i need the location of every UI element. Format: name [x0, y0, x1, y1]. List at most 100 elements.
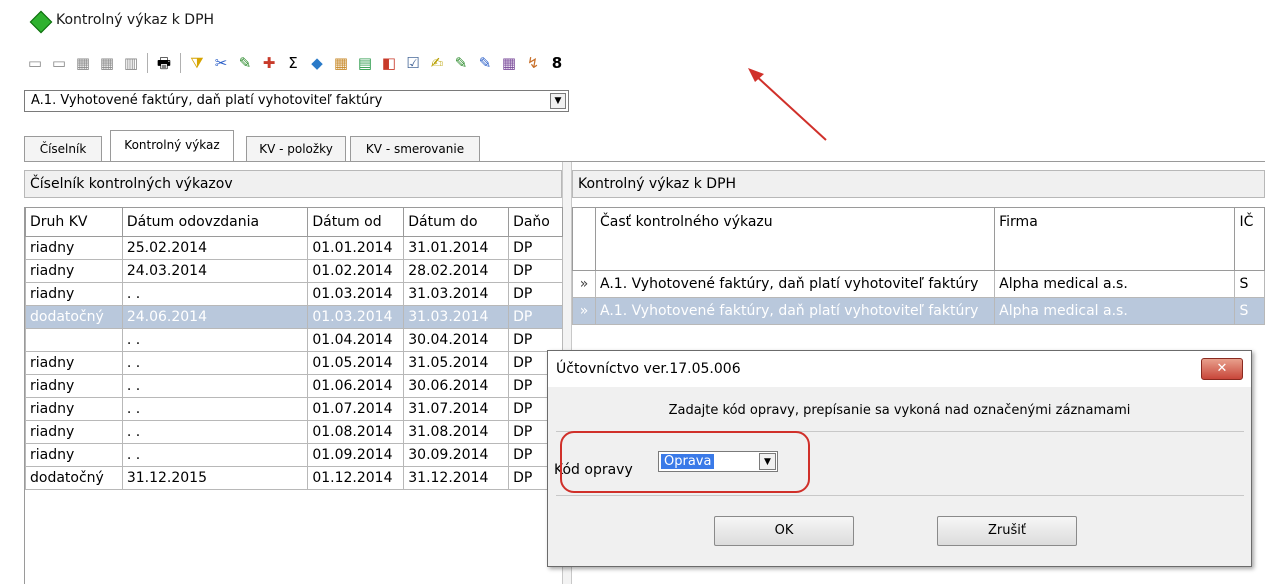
left-panel-title: Číselník kontrolných výkazov — [24, 170, 562, 198]
column-header[interactable]: Druh KV — [25, 207, 123, 237]
annotation-arrow-icon — [748, 68, 827, 141]
sum-icon[interactable]: Σ — [282, 52, 304, 74]
table-cell: Alpha medical a.s. — [994, 270, 1236, 298]
picture-icon[interactable]: ▦ — [498, 52, 520, 74]
dialog-message: Zadajte kód opravy, prepísanie sa vykoná… — [668, 403, 1131, 418]
table-row[interactable]: riadny . . 01.09.2014 30.09.2014 DP — [25, 443, 563, 467]
table-cell: S — [1234, 297, 1265, 325]
chevron-down-icon[interactable]: ▼ — [550, 93, 566, 109]
table-cell: 30.09.2014 — [403, 443, 510, 467]
app-diamond-icon — [29, 10, 53, 34]
dialog-title: Účtovníctvo ver.17.05.006 — [556, 361, 741, 377]
tab-divider — [24, 161, 1265, 162]
filter-icon[interactable]: ⧩ — [186, 52, 208, 74]
dialog-separator — [556, 495, 1244, 496]
table-cell: 01.06.2014 — [307, 374, 405, 398]
table-cell: A.1. Vyhotovené faktúry, daň platí vyhot… — [594, 270, 996, 298]
column-header[interactable]: Dátum odovzdania — [121, 207, 309, 237]
table-icon[interactable]: ▦ — [330, 52, 352, 74]
table-cell: 01.02.2014 — [307, 259, 405, 283]
table-cell: 28.02.2014 — [403, 259, 510, 283]
table-row[interactable]: riadny . . 01.08.2014 31.08.2014 DP — [25, 420, 563, 444]
row-marker-icon: » — [572, 270, 596, 298]
edit-icon[interactable]: ✎ — [234, 52, 256, 74]
table-cell: 31.03.2014 — [403, 282, 510, 306]
section-select-value: A.1. Vyhotovené faktúry, daň platí vyhot… — [31, 93, 383, 108]
table-cell: riadny — [25, 351, 123, 375]
table-row[interactable]: riadny 25.02.2014 01.01.2014 31.01.2014 DP — [25, 236, 563, 260]
table-cell: . . — [121, 443, 309, 467]
table-cell: riadny — [25, 397, 123, 421]
tab-kv-polozky[interactable]: KV - položky — [246, 136, 346, 162]
table-cell: 01.08.2014 — [307, 420, 405, 444]
table-cell: riadny — [25, 282, 123, 306]
column-header[interactable]: Časť kontrolného výkazu — [594, 207, 996, 271]
kv-detail-table: Časť kontrolného výkazu Firma IČ » A.1. V… — [572, 207, 1265, 325]
pen-icon[interactable]: ✍ — [426, 52, 448, 74]
toolbar-grid-5-icon[interactable]: ▥ — [120, 52, 142, 74]
toolbar-grid-1-icon[interactable]: ▭ — [24, 52, 46, 74]
table-cell: . . — [121, 351, 309, 375]
marker-icon[interactable]: ✎ — [450, 52, 472, 74]
print-icon[interactable]: 🖶 — [153, 52, 175, 74]
tab-kv-smerovanie[interactable]: KV - smerovanie — [350, 136, 480, 162]
export-icon[interactable]: ◧ — [378, 52, 400, 74]
cancel-button[interactable]: Zrušiť — [937, 516, 1077, 546]
table-cell: 31.01.2014 — [403, 236, 510, 260]
left-grid: Druh KV Dátum odovzdania Dátum od Dátum … — [24, 207, 563, 584]
table-cell: . . — [121, 420, 309, 444]
table-cell: riadny — [25, 374, 123, 398]
column-header[interactable]: Daňo — [508, 207, 563, 237]
column-header[interactable]: Firma — [994, 207, 1236, 271]
correction-dialog: Účtovníctvo ver.17.05.006 ✕ Zadajte kód … — [547, 350, 1252, 567]
table-row[interactable]: dodatočný 24.06.2014 01.03.2014 31.03.2014 D… — [25, 305, 563, 329]
column-header[interactable]: Dátum do — [403, 207, 510, 237]
section-select[interactable]: A.1. Vyhotovené faktúry, daň platí vyhot… — [24, 90, 569, 112]
table-cell: Alpha medical a.s. — [994, 297, 1236, 325]
table-cell: . . — [121, 328, 309, 352]
toolbar-grid-3-icon[interactable]: ▦ — [72, 52, 94, 74]
column-header[interactable]: IČ — [1234, 207, 1265, 271]
table-row[interactable]: riadny . . 01.05.2014 31.05.2014 DP — [25, 351, 563, 375]
dialog-titlebar[interactable]: Účtovníctvo ver.17.05.006 ✕ — [548, 351, 1251, 387]
table-row[interactable]: riadny . . 01.06.2014 30.06.2014 DP — [25, 374, 563, 398]
table-cell: DP — [508, 305, 563, 329]
table-cell: riadny — [25, 443, 123, 467]
kv-list-table: Druh KV Dátum odovzdania Dátum od Dátum … — [25, 207, 563, 490]
tab-ciselnik[interactable]: Číselník — [24, 136, 102, 162]
table-row[interactable]: » A.1. Vyhotovené faktúry, daň platí vyho… — [572, 270, 1265, 298]
tab-kontrolny-vykaz[interactable]: Kontrolný výkaz — [110, 130, 234, 162]
table-cell: 31.08.2014 — [403, 420, 510, 444]
toolbar-grid-4-icon[interactable]: ▦ — [96, 52, 118, 74]
window-title: Kontrolný výkaz k DPH — [56, 12, 215, 28]
table-cell: S — [1234, 270, 1265, 298]
table-cell: 30.04.2014 — [403, 328, 510, 352]
toolbar: ▭ ▭ ▦ ▦ ▥ 🖶 ⧩ ✂ ✎ ✚ Σ ◆ ▦ ▤ ◧ ☑ ✍ ✎ ✎ ▦ … — [24, 49, 568, 77]
brush-icon[interactable]: ✎ — [474, 52, 496, 74]
book-icon[interactable]: ◆ — [306, 52, 328, 74]
clear-filter-icon[interactable]: ✂ — [210, 52, 232, 74]
table-cell: 25.02.2014 — [121, 236, 309, 260]
table-cell: dodatočný — [25, 466, 123, 490]
add-icon[interactable]: ✚ — [258, 52, 280, 74]
table-cell: 31.05.2014 — [403, 351, 510, 375]
table-cell: dodatočný — [25, 305, 123, 329]
close-icon[interactable]: ✕ — [1201, 358, 1243, 380]
correction-code-icon[interactable]: 8 — [546, 52, 568, 74]
table-row[interactable]: riadny 24.03.2014 01.02.2014 28.02.2014 DP — [25, 259, 563, 283]
table-cell: DP — [508, 236, 563, 260]
table-cell: 31.12.2015 — [121, 466, 309, 490]
table-cell: 31.12.2014 — [403, 466, 510, 490]
toolbar-grid-2-icon[interactable]: ▭ — [48, 52, 70, 74]
convert-icon[interactable]: ↯ — [522, 52, 544, 74]
table-row[interactable]: . . 01.04.2014 30.04.2014 DP — [25, 328, 563, 352]
ok-button[interactable]: OK — [714, 516, 854, 546]
table-row[interactable]: dodatočný 31.12.2015 01.12.2014 31.12.2014 D… — [25, 466, 563, 490]
table-row[interactable]: » A.1. Vyhotovené faktúry, daň platí vyho… — [572, 297, 1265, 325]
table-row[interactable]: riadny . . 01.07.2014 31.07.2014 DP — [25, 397, 563, 421]
report-icon[interactable]: ▤ — [354, 52, 376, 74]
column-header[interactable]: Dátum od — [307, 207, 405, 237]
table-cell: 30.06.2014 — [403, 374, 510, 398]
properties-icon[interactable]: ☑ — [402, 52, 424, 74]
table-row[interactable]: riadny . . 01.03.2014 31.03.2014 DP — [25, 282, 563, 306]
